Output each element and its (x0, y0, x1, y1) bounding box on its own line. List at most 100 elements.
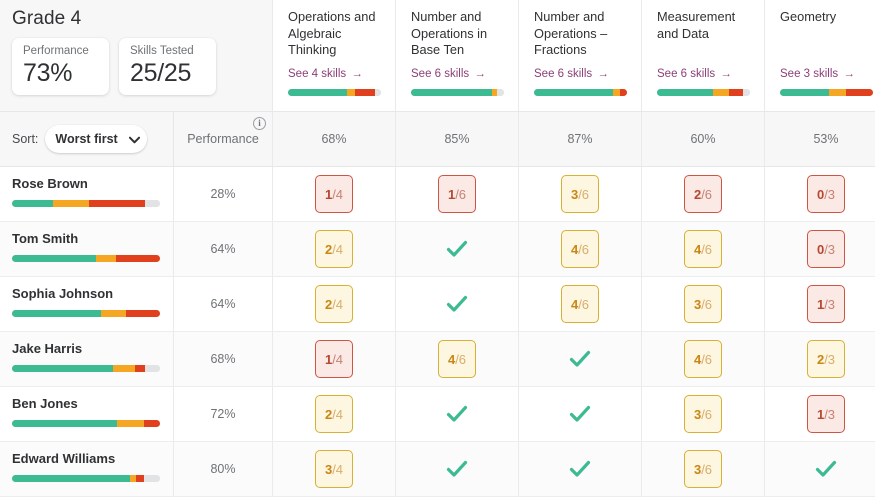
subject-header-4: Geometry See 3 skills → (764, 0, 875, 111)
score-cell: 0/3 (764, 222, 875, 276)
table-row[interactable]: Jake Harris 68% 1/4 4/6 4/6 2/3 (0, 332, 875, 387)
score-badge[interactable]: 0/3 (807, 175, 845, 213)
score-badge[interactable]: 2/6 (684, 175, 722, 213)
student-name[interactable]: Sophia Johnson (12, 286, 173, 302)
see-skills-link[interactable]: See 4 skills → (288, 68, 363, 80)
score-badge[interactable]: 4/6 (684, 230, 722, 268)
table-row[interactable]: Ben Jones 72% 2/4 3/6 1/3 (0, 387, 875, 442)
score-cell: 4/6 (641, 222, 764, 276)
check-icon (568, 402, 592, 426)
bar-segment-grey (143, 475, 160, 482)
score-cell (395, 442, 518, 496)
bar-segment-red (136, 475, 144, 482)
bar-segment-orange (346, 89, 355, 96)
see-skills-link[interactable]: See 6 skills → (657, 68, 732, 80)
score-cell (395, 222, 518, 276)
subject-title: Number and Operations – Fractions (534, 9, 608, 57)
bar-segment-red (728, 89, 744, 96)
score-badge[interactable]: 3/6 (684, 450, 722, 488)
check-icon (445, 292, 469, 316)
score-cell: 4/6 (395, 332, 518, 386)
subject-percent-4: 53% (764, 112, 875, 166)
student-name[interactable]: Tom Smith (12, 231, 173, 247)
score-numerator: 3 (570, 186, 579, 202)
bar-segment-green (12, 310, 101, 317)
score-numerator: 4 (693, 241, 702, 257)
table-row[interactable]: Tom Smith 64% 2/4 4/6 4/6 0/3 (0, 222, 875, 277)
score-denominator: /6 (578, 186, 590, 202)
score-denominator: /4 (332, 241, 344, 257)
score-badge[interactable]: 1/4 (315, 340, 353, 378)
student-performance: 64% (173, 222, 272, 276)
bar-segment-red (620, 89, 627, 96)
chevron-down-icon (129, 136, 141, 145)
check-icon (568, 347, 592, 371)
score-badge[interactable]: 4/6 (561, 285, 599, 323)
sort-label: Sort: (12, 132, 39, 146)
student-name[interactable]: Edward Williams (12, 451, 173, 467)
score-numerator: 4 (570, 241, 579, 257)
score-badge[interactable]: 4/6 (438, 340, 476, 378)
score-cell: 2/4 (272, 277, 395, 331)
table-row[interactable]: Rose Brown 28% 1/4 1/6 3/6 2/6 0/3 (0, 167, 875, 222)
bar-segment-red (115, 255, 160, 262)
score-badge[interactable]: 2/3 (807, 340, 845, 378)
info-icon[interactable]: i (253, 117, 266, 130)
score-denominator: /6 (701, 296, 713, 312)
page-title: Grade 4 (12, 8, 82, 29)
subject-percent-row: 68% 85% 87% 60% 53% (272, 112, 875, 167)
score-denominator: /6 (701, 186, 713, 202)
bar-segment-red (846, 89, 873, 96)
student-name[interactable]: Jake Harris (12, 341, 173, 357)
subject-progress-bar (534, 89, 627, 96)
see-skills-link[interactable]: See 6 skills → (411, 68, 486, 80)
score-badge[interactable]: 2/4 (315, 230, 353, 268)
student-name-cell: Rose Brown (0, 167, 173, 221)
table-row[interactable]: Sophia Johnson 64% 2/4 4/6 3/6 1/3 (0, 277, 875, 332)
subject-progress-bar (657, 89, 750, 96)
student-progress-bar (12, 200, 160, 207)
score-badge[interactable]: 3/6 (684, 285, 722, 323)
see-skills-link[interactable]: See 3 skills → (780, 68, 855, 80)
score-badge[interactable]: 4/6 (684, 340, 722, 378)
student-progress-bar (12, 310, 160, 317)
subject-header-3: Measurement and Data See 6 skills → (641, 0, 764, 111)
see-skills-label: See 4 skills (288, 68, 347, 80)
score-denominator: /6 (701, 241, 713, 257)
student-name[interactable]: Rose Brown (12, 176, 173, 192)
score-badge[interactable]: 1/3 (807, 395, 845, 433)
grade-summary-panel: Grade 4 Performance 73% Skills Tested 25/25 (0, 0, 272, 112)
score-numerator: 1 (816, 296, 825, 312)
score-badge[interactable]: 1/4 (315, 175, 353, 213)
score-badge[interactable]: 0/3 (807, 230, 845, 268)
score-badge[interactable]: 3/6 (684, 395, 722, 433)
subject-percent-3: 60% (641, 112, 764, 166)
check-icon (568, 457, 592, 481)
score-badge[interactable]: 3/6 (561, 175, 599, 213)
score-denominator: /3 (824, 406, 836, 422)
score-badge[interactable]: 1/3 (807, 285, 845, 323)
score-denominator: /6 (455, 351, 467, 367)
sort-select[interactable]: Worst first (45, 125, 148, 153)
student-name[interactable]: Ben Jones (12, 396, 173, 412)
score-cell: 0/3 (764, 167, 875, 221)
check-icon (445, 457, 469, 481)
table-row[interactable]: Edward Williams 80% 3/4 3/6 (0, 442, 875, 497)
score-cell (518, 332, 641, 386)
performance-column-header: Performance i (173, 112, 272, 167)
subject-percent-0: 68% (272, 112, 395, 166)
check-icon (814, 457, 838, 481)
see-skills-link[interactable]: See 6 skills → (534, 68, 609, 80)
score-badge[interactable]: 1/6 (438, 175, 476, 213)
score-badge[interactable]: 2/4 (315, 285, 353, 323)
subject-header-0: Operations and Algebraic Thinking See 4 s… (272, 0, 395, 111)
score-badge[interactable]: 3/4 (315, 450, 353, 488)
see-skills-label: See 6 skills (534, 68, 593, 80)
bar-segment-green (780, 89, 830, 96)
score-badge[interactable]: 4/6 (561, 230, 599, 268)
score-cell: 2/6 (641, 167, 764, 221)
score-badge[interactable]: 2/4 (315, 395, 353, 433)
score-cell: 4/6 (641, 332, 764, 386)
score-cell: 1/4 (272, 167, 395, 221)
score-cell (518, 387, 641, 441)
